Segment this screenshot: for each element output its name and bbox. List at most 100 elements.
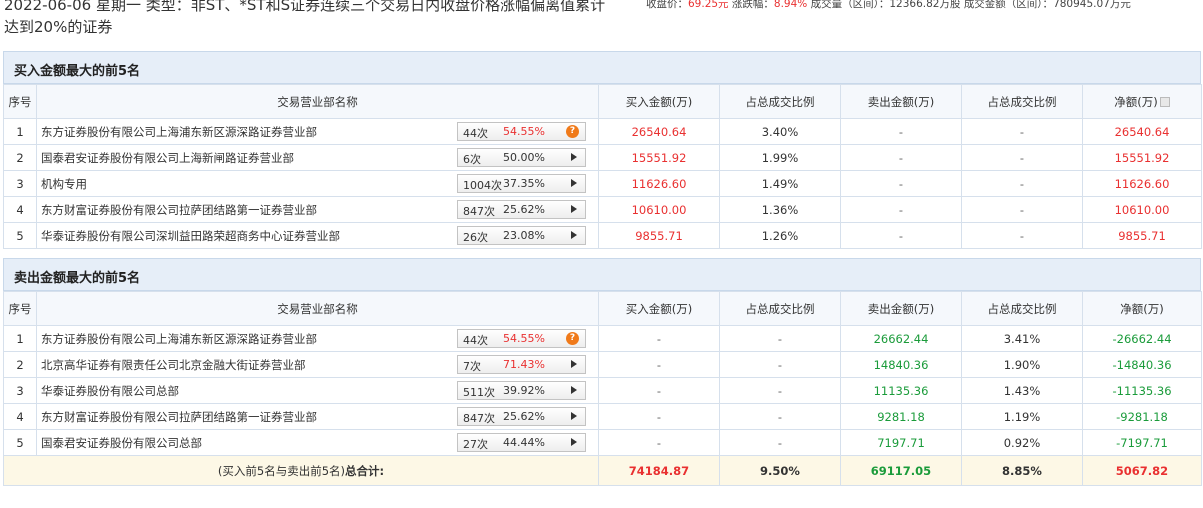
net-amount: -11135.36 bbox=[1082, 377, 1202, 404]
arrow-right-icon[interactable] bbox=[571, 386, 577, 394]
arrow-right-icon[interactable] bbox=[571, 412, 577, 420]
col-net[interactable]: 净额(万) bbox=[1082, 291, 1202, 326]
net-amount: 26540.64 bbox=[1082, 118, 1202, 145]
trade-count: 7次 bbox=[463, 360, 481, 373]
arrow-right-icon[interactable] bbox=[571, 179, 577, 187]
total-sell: 69117.05 bbox=[840, 455, 962, 486]
buy-amount: 26540.64 bbox=[598, 118, 720, 145]
row-index: 4 bbox=[3, 196, 37, 223]
buy-table-header: 序号 交易营业部名称 买入金额(万) 占总成交比例 卖出金额(万) 占总成交比例… bbox=[3, 84, 1202, 119]
table-row: 4 东方财富证券股份有限公司拉萨团结路第一证券营业部 847次 25.62% - -928… bbox=[3, 403, 1202, 430]
broker-name[interactable]: 华泰证券股份有限公司总部 bbox=[41, 383, 179, 399]
broker-stats-badge[interactable]: 847次 25.62% bbox=[457, 407, 586, 426]
broker-stats-badge[interactable]: 1004次 37.35% bbox=[457, 174, 586, 193]
buy-amount: - bbox=[598, 377, 720, 404]
amount-value: 780945.07万元 bbox=[1053, 0, 1131, 10]
broker-stats-badge[interactable]: 44次 54.55%? bbox=[457, 329, 586, 348]
table-row: 4 东方财富证券股份有限公司拉萨团结路第一证券营业部 847次 25.62% 10610… bbox=[3, 196, 1202, 223]
buy-ratio: - bbox=[719, 325, 841, 352]
broker-stats-badge[interactable]: 7次 71.43% bbox=[457, 355, 586, 374]
broker-name[interactable]: 东方财富证券股份有限公司拉萨团结路第一证券营业部 bbox=[41, 409, 317, 425]
broker-cell: 东方证券股份有限公司上海浦东新区源深路证券营业部 44次 54.55%? bbox=[36, 325, 599, 352]
row-index: 5 bbox=[3, 429, 37, 456]
col-net[interactable]: 净额(万) bbox=[1082, 84, 1202, 119]
arrow-right-icon[interactable] bbox=[571, 360, 577, 368]
col-buy-amount[interactable]: 买入金额(万) bbox=[598, 291, 720, 326]
broker-name[interactable]: 北京高华证券有限责任公司北京金融大街证券营业部 bbox=[41, 357, 306, 373]
sell-amount: 7197.71 bbox=[840, 429, 962, 456]
broker-cell: 东方证券股份有限公司上海浦东新区源深路证券营业部 44次 54.55%? bbox=[36, 118, 599, 145]
question-icon[interactable]: ? bbox=[566, 332, 579, 345]
buy-ratio: 1.36% bbox=[719, 196, 841, 223]
broker-stats-badge[interactable]: 847次 25.62% bbox=[457, 200, 586, 219]
col-sell-ratio: 占总成交比例 bbox=[961, 84, 1083, 119]
sell-table-body: 1 东方证券股份有限公司上海浦东新区源深路证券营业部 44次 54.55%? - -266… bbox=[3, 325, 1202, 456]
volume-label: 成交量（区间）： bbox=[810, 0, 890, 10]
broker-stats-badge[interactable]: 27次 44.44% bbox=[457, 433, 586, 452]
total-sell-ratio: 8.85% bbox=[961, 455, 1083, 486]
arrow-right-icon[interactable] bbox=[571, 438, 577, 446]
broker-name[interactable]: 华泰证券股份有限公司深圳益田路荣超商务中心证券营业部 bbox=[41, 228, 340, 244]
win-rate: 50.00% bbox=[503, 151, 545, 164]
sell-amount: 26662.44 bbox=[840, 325, 962, 352]
broker-stats-badge[interactable]: 511次 39.92% bbox=[457, 381, 586, 400]
col-sell-amount[interactable]: 卖出金额(万) bbox=[840, 291, 962, 326]
row-index: 1 bbox=[3, 118, 37, 145]
table-row: 1 东方证券股份有限公司上海浦东新区源深路证券营业部 44次 54.55%? 26540… bbox=[3, 118, 1202, 145]
broker-stats-badge[interactable]: 44次 54.55%? bbox=[457, 122, 586, 141]
buy-ratio: - bbox=[719, 403, 841, 430]
trade-count: 44次 bbox=[463, 334, 488, 347]
total-buy-ratio: 9.50% bbox=[719, 455, 841, 486]
sell-amount: - bbox=[840, 118, 962, 145]
win-rate: 25.62% bbox=[503, 203, 545, 216]
broker-cell: 机构专用 1004次 37.35% bbox=[36, 170, 599, 197]
col-sell-amount[interactable]: 卖出金额(万) bbox=[840, 84, 962, 119]
net-amount: 11626.60 bbox=[1082, 170, 1202, 197]
win-rate: 37.35% bbox=[503, 177, 545, 190]
sell-ratio: 1.43% bbox=[961, 377, 1083, 404]
change-label: 涨跌幅： bbox=[731, 0, 774, 10]
broker-name[interactable]: 东方证券股份有限公司上海浦东新区源深路证券营业部 bbox=[41, 331, 317, 347]
arrow-right-icon[interactable] bbox=[571, 153, 577, 161]
table-row: 2 北京高华证券有限责任公司北京金融大街证券营业部 7次 71.43% - -14840.… bbox=[3, 351, 1202, 378]
buy-ratio: 3.40% bbox=[719, 118, 841, 145]
row-index: 5 bbox=[3, 222, 37, 249]
col-buy-amount[interactable]: 买入金额(万) bbox=[598, 84, 720, 119]
arrow-right-icon[interactable] bbox=[571, 231, 577, 239]
sell-amount: 11135.36 bbox=[840, 377, 962, 404]
trade-count: 6次 bbox=[463, 153, 481, 166]
total-label: (买入前5名与卖出前5名)总合计: bbox=[3, 455, 599, 486]
broker-name[interactable]: 国泰君安证券股份有限公司上海新闸路证券营业部 bbox=[41, 150, 294, 166]
trade-count: 847次 bbox=[463, 205, 495, 218]
question-icon[interactable]: ? bbox=[566, 125, 579, 138]
win-rate: 25.62% bbox=[503, 410, 545, 423]
net-amount: -9281.18 bbox=[1082, 403, 1202, 430]
broker-cell: 东方财富证券股份有限公司拉萨团结路第一证券营业部 847次 25.62% bbox=[36, 196, 599, 223]
row-index: 3 bbox=[3, 170, 37, 197]
net-amount: 9855.71 bbox=[1082, 222, 1202, 249]
col-idx: 序号 bbox=[3, 84, 37, 119]
buy-amount: 11626.60 bbox=[598, 170, 720, 197]
arrow-right-icon[interactable] bbox=[571, 205, 577, 213]
total-label-bold: 总合计: bbox=[345, 463, 385, 478]
broker-name[interactable]: 东方财富证券股份有限公司拉萨团结路第一证券营业部 bbox=[41, 202, 317, 218]
table-row: 5 国泰君安证券股份有限公司总部 27次 44.44% - -7197.71 0.92% -7… bbox=[3, 429, 1202, 456]
sell-table: 序号 交易营业部名称 买入金额(万) 占总成交比例 卖出金额(万) 占总成交比例… bbox=[3, 291, 1202, 486]
sell-ratio: - bbox=[961, 222, 1083, 249]
amount-label: 成交金额（区间）： bbox=[963, 0, 1054, 10]
broker-name[interactable]: 东方证券股份有限公司上海浦东新区源深路证券营业部 bbox=[41, 124, 317, 140]
sell-ratio: - bbox=[961, 196, 1083, 223]
volume-value: 12366.82万股 bbox=[889, 0, 961, 10]
broker-stats-badge[interactable]: 26次 23.08% bbox=[457, 226, 586, 245]
stock-stats: 收盘价：69.25元 涨跌幅：8.94% 成交量（区间）：12366.82万股 … bbox=[646, 0, 1131, 11]
broker-stats-badge[interactable]: 6次 50.00% bbox=[457, 148, 586, 167]
sell-ratio: - bbox=[961, 118, 1083, 145]
col-net-label: 净额(万) bbox=[1114, 94, 1158, 109]
col-name: 交易营业部名称 bbox=[36, 291, 599, 326]
sort-icon[interactable] bbox=[1159, 97, 1170, 107]
broker-name[interactable]: 机构专用 bbox=[41, 176, 87, 192]
broker-name[interactable]: 国泰君安证券股份有限公司总部 bbox=[41, 435, 202, 451]
sell-ratio: 3.41% bbox=[961, 325, 1083, 352]
win-rate: 71.43% bbox=[503, 358, 545, 371]
net-amount: -14840.36 bbox=[1082, 351, 1202, 378]
